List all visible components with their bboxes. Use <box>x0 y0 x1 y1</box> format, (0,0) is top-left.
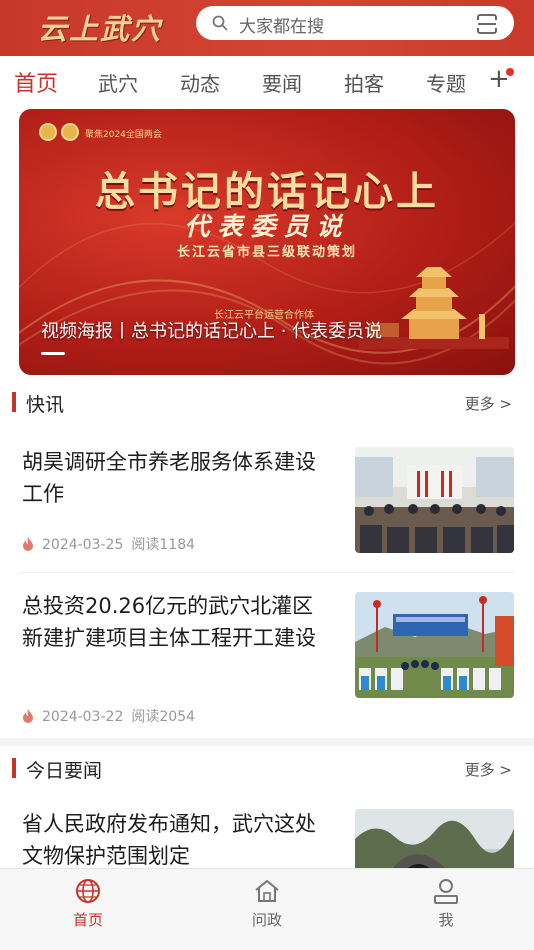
party-emblem-icon <box>61 123 79 141</box>
section-title-today: 今日要闻 <box>26 760 103 782</box>
home-icon <box>255 880 279 902</box>
hero-banner[interactable]: 聚焦2024全国两会 总书记的话记心上 代表委员说 长江云省市县三级联动策划 长… <box>19 109 515 375</box>
globe-icon <box>76 879 100 903</box>
tab-topics[interactable]: 专题 <box>426 68 466 97</box>
news-title[interactable]: 总投资20.26亿元的武穴北灌区新建扩建项目主体工程开工建设 <box>22 590 332 654</box>
item-divider <box>20 572 514 573</box>
section-title-flash: 快讯 <box>26 394 65 416</box>
search-icon <box>212 15 228 31</box>
search-bar[interactable]: 大家都在搜 <box>196 6 514 40</box>
banner-kicker: 聚焦2024全国两会 <box>85 130 162 140</box>
bottom-tab-inquiry[interactable]: 问政 <box>217 875 317 930</box>
bottom-tab-label: 我 <box>438 911 454 929</box>
news-reads: 阅读2054 <box>131 709 196 725</box>
news-thumbnail[interactable] <box>355 447 514 553</box>
bottom-tab-home[interactable]: 首页 <box>38 875 138 930</box>
banner-tagline: 长江云省市县三级联动策划 <box>176 245 357 260</box>
search-placeholder: 大家都在搜 <box>239 17 324 37</box>
section-divider <box>0 738 534 746</box>
bottom-tab-me[interactable]: 我 <box>396 875 496 930</box>
bottom-tab-label: 首页 <box>72 911 103 929</box>
national-emblem-icon <box>39 123 57 141</box>
news-date: 2024-03-25 <box>42 537 124 553</box>
news-date: 2024-03-22 <box>42 709 124 725</box>
bottom-tab-bar: 首页 问政 我 <box>0 868 534 950</box>
tab-reporters[interactable]: 拍客 <box>344 68 384 97</box>
news-thumbnail[interactable] <box>355 592 514 698</box>
news-title[interactable]: 省人民政府发布通知，武穴这处文物保护范围划定 <box>22 808 332 872</box>
news-meta: 2024-03-22 阅读2054 <box>22 706 195 726</box>
tab-wuxue[interactable]: 武穴 <box>98 68 138 97</box>
tab-updates[interactable]: 动态 <box>180 68 220 97</box>
bottom-tab-label: 问政 <box>251 911 282 929</box>
carousel-indicator[interactable] <box>41 352 65 355</box>
tab-headlines[interactable]: 要闻 <box>262 68 302 97</box>
more-link-flash[interactable]: 更多 > <box>465 393 512 414</box>
tab-home[interactable]: 首页 <box>14 66 58 98</box>
section-accent-bar <box>12 392 16 412</box>
banner-caption: 视频海报丨总书记的话记心上 · 代表委员说 <box>41 321 383 342</box>
news-reads: 阅读1184 <box>131 537 196 553</box>
channel-tabs: 首页 武穴 动态 要闻 拍客 专题 + <box>0 56 534 108</box>
flame-icon <box>23 537 33 551</box>
banner-subtitle: 代表委员说 <box>184 212 350 241</box>
section-accent-bar <box>12 758 16 778</box>
app-logo[interactable]: 云上武穴 <box>38 6 162 48</box>
notification-dot <box>506 68 514 76</box>
app-header: 云上武穴 大家都在搜 <box>0 0 534 56</box>
scan-icon[interactable] <box>476 13 498 35</box>
news-meta: 2024-03-25 阅读1184 <box>22 534 195 554</box>
more-link-today[interactable]: 更多 > <box>465 759 512 780</box>
flame-icon <box>23 709 33 723</box>
user-icon <box>434 879 458 904</box>
news-title[interactable]: 胡昊调研全市养老服务体系建设工作 <box>22 446 332 510</box>
